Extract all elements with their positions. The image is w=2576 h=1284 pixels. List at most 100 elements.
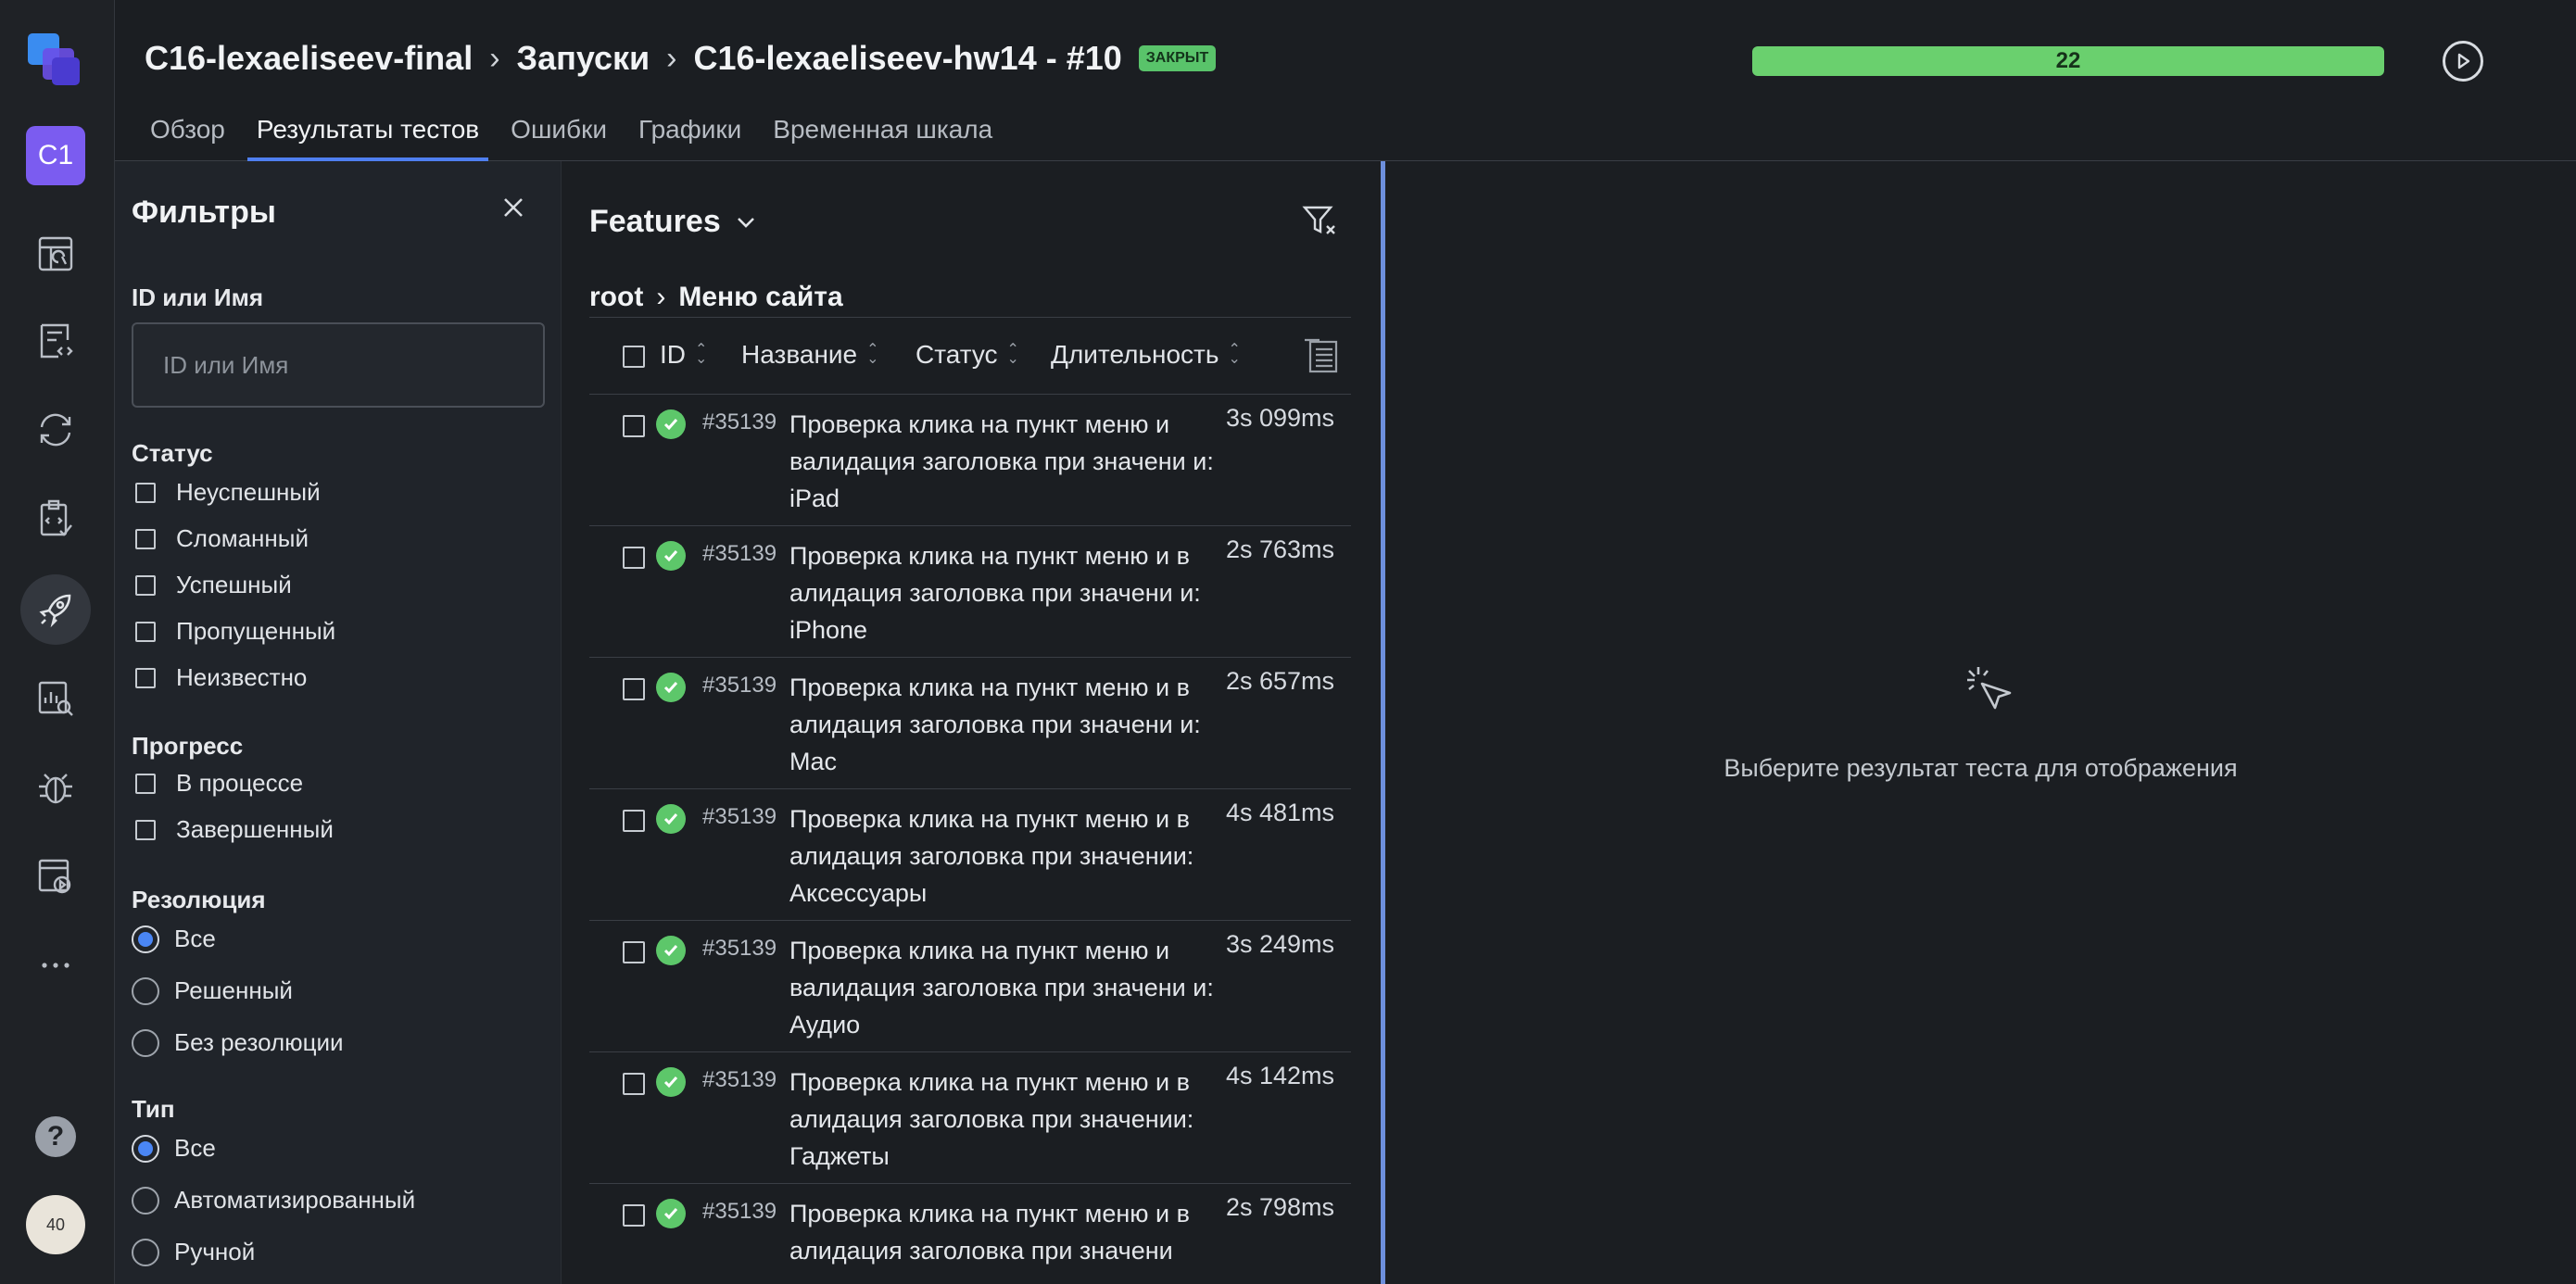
row-id: #35139 xyxy=(702,1199,777,1224)
check-circle-icon xyxy=(656,409,686,439)
table-row[interactable]: #35139 Проверка клика на пункт меню и в … xyxy=(589,526,1351,658)
column-name[interactable]: Название ⌃ ⌄ xyxy=(741,340,879,370)
row-checkbox[interactable] xyxy=(623,678,645,700)
avatar-badge: 40 xyxy=(45,1215,66,1234)
nav-launches-icon[interactable] xyxy=(20,574,91,645)
breadcrumb-project[interactable]: C16-lexaeliseev-final xyxy=(145,39,473,78)
breadcrumb: C16-lexaeliseev-final › Запуски › C16-le… xyxy=(145,39,1217,78)
type-all-radio[interactable]: Все xyxy=(132,1134,216,1163)
select-all-checkbox[interactable] xyxy=(623,346,645,368)
check-circle-icon xyxy=(656,673,686,702)
chevron-right-icon: › xyxy=(656,282,666,312)
resolution-filter-label: Резолюция xyxy=(132,886,266,913)
row-id: #35139 xyxy=(702,541,777,566)
row-checkbox[interactable] xyxy=(623,415,645,437)
status-skipped-checkbox[interactable]: Пропущенный xyxy=(135,617,335,646)
resolution-resolved-radio[interactable]: Решенный xyxy=(132,976,293,1005)
nav-sync-icon[interactable] xyxy=(20,395,91,465)
table-row[interactable]: #35139 Проверка клика на пункт меню и ва… xyxy=(589,395,1351,526)
row-checkbox[interactable] xyxy=(623,810,645,832)
status-failed-checkbox[interactable]: Неуспешный xyxy=(135,478,321,507)
row-duration: 3s 249ms xyxy=(1225,930,1334,958)
table-row[interactable]: #35139 Проверка клика на пункт меню и ва… xyxy=(589,921,1351,1052)
tree-path-breadcrumb: root › Меню сайта xyxy=(589,282,843,313)
tab-overview[interactable]: Обзор xyxy=(141,109,234,161)
filters-panel: Фильтры ID или Имя Статус Неуспешный Сло… xyxy=(115,161,562,1284)
type-automated-radio[interactable]: Автоматизированный xyxy=(132,1186,415,1215)
id-filter-label: ID или Имя xyxy=(132,283,264,311)
row-name: Проверка клика на пункт меню и в алидаци… xyxy=(789,542,1201,644)
row-duration: 4s 481ms xyxy=(1225,799,1334,826)
type-manual-radio[interactable]: Ручной xyxy=(132,1238,255,1266)
row-duration: 2s 657ms xyxy=(1225,667,1334,695)
progress-done-checkbox[interactable]: Завершенный xyxy=(135,815,334,844)
table-row[interactable]: #35139 Проверка клика на пункт меню и в … xyxy=(589,658,1351,789)
columns-settings-icon[interactable] xyxy=(1303,336,1340,375)
tree-title: Features xyxy=(589,204,721,239)
sort-icon: ⌃ ⌄ xyxy=(1006,342,1019,367)
row-name: Проверка клика на пункт меню и валидация… xyxy=(789,937,1214,1039)
nav-jobs-icon[interactable] xyxy=(20,841,91,912)
result-detail-panel: Выберите результат теста для отображения xyxy=(1385,161,2576,1284)
table-row[interactable]: #35139 Проверка клика на пункт меню и в … xyxy=(589,1052,1351,1184)
row-checkbox[interactable] xyxy=(623,1204,645,1227)
column-status[interactable]: Статус ⌃ ⌄ xyxy=(915,340,1019,370)
status-passed-checkbox[interactable]: Успешный xyxy=(135,571,292,599)
status-broken-checkbox[interactable]: Сломанный xyxy=(135,524,309,553)
column-id[interactable]: ID ⌃ ⌄ xyxy=(660,340,707,370)
close-icon[interactable] xyxy=(500,195,526,220)
progress-value: 22 xyxy=(2055,48,2081,73)
play-icon[interactable] xyxy=(2443,41,2483,82)
chevron-down-icon xyxy=(737,217,754,228)
user-avatar[interactable]: 40 xyxy=(26,1195,85,1254)
chevron-right-icon: › xyxy=(489,40,500,76)
status-unknown-checkbox[interactable]: Неизвестно xyxy=(135,663,307,692)
tab-test-results[interactable]: Результаты тестов xyxy=(246,109,489,161)
breadcrumb-launches[interactable]: Запуски xyxy=(517,39,650,78)
table-row[interactable]: #35139 Проверка клика на пункт меню и в … xyxy=(589,1184,1351,1284)
status-filter-label: Статус xyxy=(132,439,213,467)
results-tree-panel: Features root › Меню сайта ID ⌃ ⌄ Название… xyxy=(562,161,1381,1284)
nav-dashboards-icon[interactable] xyxy=(20,219,91,289)
chevron-right-icon: › xyxy=(666,40,677,76)
tab-errors[interactable]: Ошибки xyxy=(501,109,616,161)
nav-defects-icon[interactable] xyxy=(20,752,91,823)
progress-in-progress-checkbox[interactable]: В процессе xyxy=(135,769,303,798)
row-duration: 2s 798ms xyxy=(1225,1193,1334,1221)
row-duration: 2s 763ms xyxy=(1225,535,1334,563)
tree-selector[interactable]: Features xyxy=(589,204,758,240)
check-circle-icon xyxy=(656,1199,686,1228)
nav-analytics-icon[interactable] xyxy=(20,663,91,734)
tab-timeline[interactable]: Временная шкала xyxy=(764,109,1002,161)
resolution-all-radio[interactable]: Все xyxy=(132,925,216,953)
row-name: Проверка клика на пункт меню и в алидаци… xyxy=(789,1068,1194,1170)
row-checkbox[interactable] xyxy=(623,941,645,963)
help-icon[interactable]: ? xyxy=(35,1116,76,1157)
path-current: Меню сайта xyxy=(678,282,843,312)
row-name: Проверка клика на пункт меню и в алидаци… xyxy=(789,1200,1190,1265)
path-root[interactable]: root xyxy=(589,282,643,313)
clear-filter-icon[interactable] xyxy=(1301,202,1338,239)
pointer-click-icon xyxy=(1967,667,2012,710)
row-checkbox[interactable] xyxy=(623,547,645,569)
sort-icon: ⌃ ⌄ xyxy=(695,342,708,367)
table-row[interactable]: #35139 Проверка клика на пункт меню и в … xyxy=(589,789,1351,921)
nav-test-plans-icon[interactable] xyxy=(20,484,91,554)
sort-icon: ⌃ ⌄ xyxy=(866,342,879,367)
nav-test-cases-icon[interactable] xyxy=(20,306,91,376)
tab-charts[interactable]: Графики xyxy=(629,109,751,161)
column-duration[interactable]: Длительность ⌃ ⌄ xyxy=(1051,340,1241,370)
empty-state-message: Выберите результат теста для отображения xyxy=(1724,754,2238,782)
row-name: Проверка клика на пункт меню и в алидаци… xyxy=(789,805,1194,907)
nav-more-icon[interactable] xyxy=(20,930,91,1001)
row-id: #35139 xyxy=(702,936,777,961)
app-logo-icon[interactable] xyxy=(24,30,87,93)
launch-tabs: Обзор Результаты тестов Ошибки Графики В… xyxy=(141,109,1015,161)
row-id: #35139 xyxy=(702,1067,777,1092)
project-avatar[interactable]: C1 xyxy=(26,126,85,185)
resolution-none-radio[interactable]: Без резолюции xyxy=(132,1028,344,1057)
row-checkbox[interactable] xyxy=(623,1073,645,1095)
row-id: #35139 xyxy=(702,804,777,829)
id-or-name-input[interactable] xyxy=(132,322,545,408)
check-circle-icon xyxy=(656,541,686,571)
